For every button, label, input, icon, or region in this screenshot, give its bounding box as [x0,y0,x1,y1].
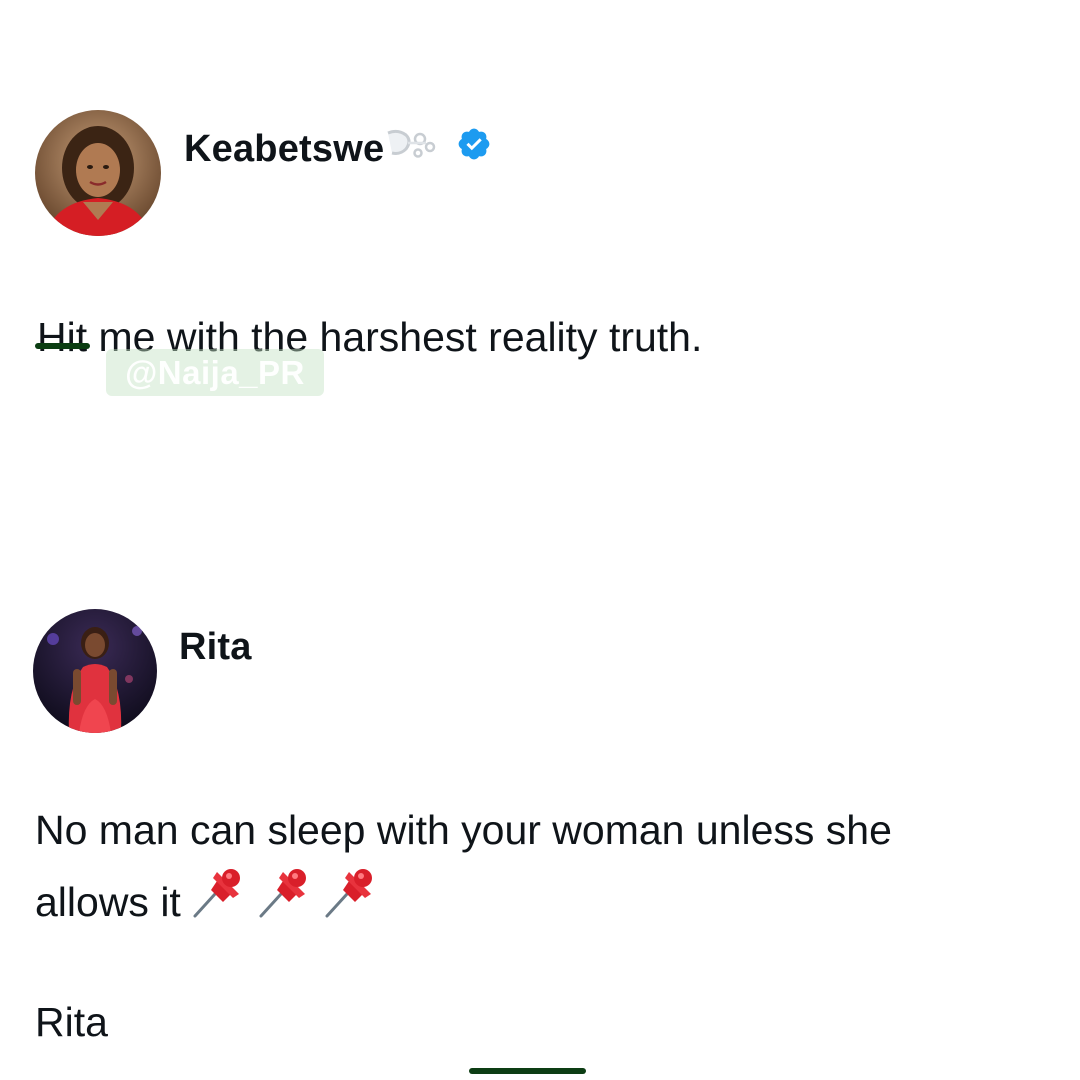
home-indicator[interactable] [469,1068,586,1074]
avatar-image [33,609,157,733]
verified-badge-icon[interactable] [456,126,492,172]
avatar-keabetswe[interactable] [35,110,161,236]
reply-author-display-name[interactable]: Rita [179,626,252,669]
reply-signature: Rita [35,991,108,1054]
avatar-rita[interactable] [33,609,157,733]
reply-author-name-row: Rita [179,622,252,672]
reply-text-line-1: No man can sleep with your woman unless … [35,799,892,862]
pushpin-icon [189,864,247,938]
watermark: @Naija_PR [106,349,324,396]
pushpin-icon [255,864,313,938]
author-display-name[interactable]: Keabetswe [184,128,384,171]
dash-emoji-icon [386,127,438,171]
reply-signature-text: Rita [35,999,108,1045]
avatar-image [35,110,161,236]
reply-text-line-2: allows it [35,864,379,938]
author-name-row: Keabetswe [184,124,492,174]
reply-line-1: No man can sleep with your woman unless … [35,807,892,853]
reply-line-2: allows it [35,879,181,925]
struck-word: Hit [34,306,91,369]
pushpin-icon [321,864,379,938]
